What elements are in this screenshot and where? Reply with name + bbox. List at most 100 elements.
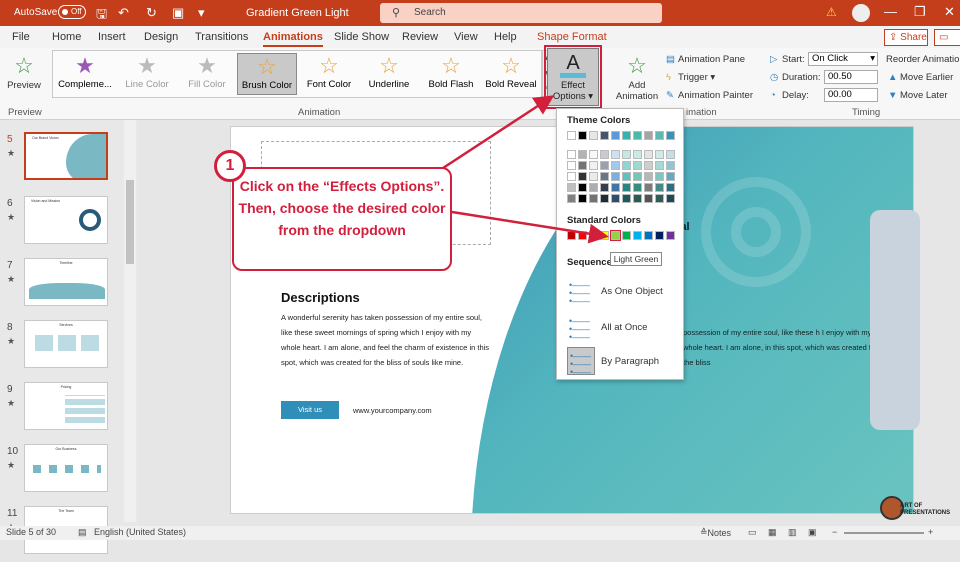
standard-color-swatch[interactable] — [633, 231, 642, 240]
theme-color-swatch[interactable] — [589, 131, 598, 140]
theme-color-swatch[interactable] — [611, 131, 620, 140]
theme-color-swatch[interactable] — [611, 150, 620, 159]
tab-help[interactable]: Help — [494, 31, 517, 43]
duration-field[interactable]: 00.50 — [824, 70, 878, 84]
standard-color-swatch[interactable] — [655, 231, 664, 240]
theme-color-swatch[interactable] — [655, 131, 664, 140]
move-earlier-button[interactable]: ▲ Move Earlier — [888, 72, 953, 83]
theme-color-swatch[interactable] — [644, 172, 653, 181]
theme-color-swatch[interactable] — [622, 172, 631, 181]
search-box[interactable]: ⚲ Search — [380, 3, 662, 23]
theme-color-swatch[interactable] — [611, 183, 620, 192]
tab-animations[interactable]: Animations — [263, 31, 323, 47]
theme-color-swatch[interactable] — [567, 131, 576, 140]
standard-color-swatch[interactable] — [644, 231, 653, 240]
theme-color-swatch[interactable] — [633, 131, 642, 140]
undo-icon[interactable]: ↶ — [118, 5, 129, 21]
theme-color-swatch[interactable] — [567, 194, 576, 203]
theme-color-swatch[interactable] — [622, 183, 631, 192]
theme-color-swatch[interactable] — [622, 131, 631, 140]
preview-button[interactable]: ☆ Preview — [4, 52, 44, 91]
slide-thumbnail[interactable]: Services — [24, 320, 108, 368]
theme-color-swatch[interactable] — [666, 194, 675, 203]
slideshow-icon[interactable]: ▣ — [808, 527, 817, 538]
theme-color-swatch[interactable] — [600, 161, 609, 170]
tab-transitions[interactable]: Transitions — [195, 31, 248, 43]
warning-icon[interactable]: ⚠ — [826, 5, 837, 19]
animation-brush-color[interactable]: ☆ Brush Color — [237, 53, 297, 95]
theme-color-swatch[interactable] — [655, 150, 664, 159]
company-url[interactable]: www.yourcompany.com — [353, 406, 432, 415]
theme-color-swatch[interactable] — [633, 150, 642, 159]
theme-color-swatch[interactable] — [600, 172, 609, 181]
descriptions-heading[interactable]: Descriptions — [281, 290, 360, 305]
visit-us-button[interactable]: Visit us — [281, 401, 339, 419]
theme-color-swatch[interactable] — [578, 194, 587, 203]
theme-color-swatch[interactable] — [611, 161, 620, 170]
theme-color-swatch[interactable] — [567, 161, 576, 170]
theme-color-swatch[interactable] — [633, 183, 642, 192]
sequence-as-one-object[interactable]: •—— •—— •—— As One Object — [567, 277, 679, 306]
tab-home[interactable]: Home — [52, 31, 81, 43]
redo-icon[interactable]: ↻ — [146, 5, 157, 21]
start-dropdown[interactable]: On Click ▾ — [808, 52, 878, 66]
standard-color-swatch[interactable] — [589, 231, 598, 240]
thumbnail-row[interactable]: 6 ★ Vision and Mission — [0, 196, 124, 252]
theme-color-swatch[interactable] — [622, 150, 631, 159]
theme-color-swatch[interactable] — [578, 172, 587, 181]
theme-color-swatch[interactable] — [622, 194, 631, 203]
accessibility-icon[interactable]: ▤ — [78, 527, 87, 538]
animation-bold-flash[interactable]: ☆ Bold Flash — [421, 53, 481, 95]
slide-sorter-icon[interactable]: ▦ — [768, 527, 777, 538]
animation-fill-color[interactable]: ★ Fill Color — [177, 53, 237, 95]
zoom-in-icon[interactable]: + — [928, 527, 933, 537]
animation-painter-button[interactable]: ✎ Animation Painter — [666, 90, 753, 101]
zoom-slider[interactable] — [844, 532, 924, 534]
standard-color-swatch[interactable] — [600, 231, 609, 240]
standard-color-swatch[interactable] — [622, 231, 631, 240]
theme-color-swatch[interactable] — [644, 131, 653, 140]
tab-design[interactable]: Design — [144, 31, 178, 43]
animation-line-color[interactable]: ★ Line Color — [117, 53, 177, 95]
theme-color-swatch[interactable] — [666, 150, 675, 159]
theme-color-swatch[interactable] — [644, 183, 653, 192]
tab-view[interactable]: View — [454, 31, 478, 43]
thumbnail-row[interactable]: 10 ★ Our Business — [0, 444, 124, 500]
scrollbar-thumb[interactable] — [126, 180, 134, 264]
theme-color-swatch[interactable] — [666, 183, 675, 192]
restore-icon[interactable]: ❐ — [914, 4, 926, 20]
theme-color-swatch[interactable] — [600, 183, 609, 192]
theme-color-swatch[interactable] — [633, 172, 642, 181]
theme-color-swatch[interactable] — [589, 161, 598, 170]
theme-color-swatch[interactable] — [600, 194, 609, 203]
save-icon[interactable]: 🖫 — [96, 5, 107, 27]
theme-color-swatch[interactable] — [567, 150, 576, 159]
slide-thumbnail[interactable]: Vision and Mission — [24, 196, 108, 244]
theme-color-swatch[interactable] — [567, 183, 576, 192]
descriptions-text[interactable]: A wonderful serenity has taken possessio… — [281, 310, 491, 370]
theme-color-swatch[interactable] — [578, 183, 587, 192]
theme-color-swatch[interactable] — [666, 131, 675, 140]
minimize-icon[interactable]: — — [884, 4, 897, 19]
present-icon[interactable]: ▣ — [172, 5, 184, 21]
animation-pane-button[interactable]: ▤ Animation Pane — [666, 54, 745, 65]
trigger-button[interactable]: ϟ Trigger ▾ — [666, 72, 715, 83]
sequence-by-paragraph[interactable]: •—— •—— •—— By Paragraph — [567, 347, 679, 377]
theme-color-swatch[interactable] — [578, 131, 587, 140]
theme-color-swatch[interactable] — [589, 150, 598, 159]
theme-color-swatch[interactable] — [622, 161, 631, 170]
normal-view-icon[interactable]: ▭ — [748, 527, 757, 538]
slide-thumbnail[interactable]: Our Business — [24, 444, 108, 492]
sequence-all-at-once[interactable]: •—— •—— •—— All at Once — [567, 313, 679, 342]
theme-color-swatch[interactable] — [666, 172, 675, 181]
theme-color-swatch[interactable] — [589, 183, 598, 192]
theme-color-swatch[interactable] — [655, 183, 664, 192]
avatar[interactable] — [852, 4, 870, 22]
animation-underline[interactable]: ☆ Underline — [359, 53, 419, 95]
share-button[interactable]: ⇪ Share — [884, 29, 928, 46]
animation-complementary[interactable]: ★ Compleme... — [55, 53, 115, 95]
standard-color-swatch[interactable] — [567, 231, 576, 240]
slide-thumbnail[interactable]: Pricing — [24, 382, 108, 430]
close-icon[interactable]: ✕ — [944, 4, 955, 20]
standard-color-swatch[interactable] — [666, 231, 675, 240]
